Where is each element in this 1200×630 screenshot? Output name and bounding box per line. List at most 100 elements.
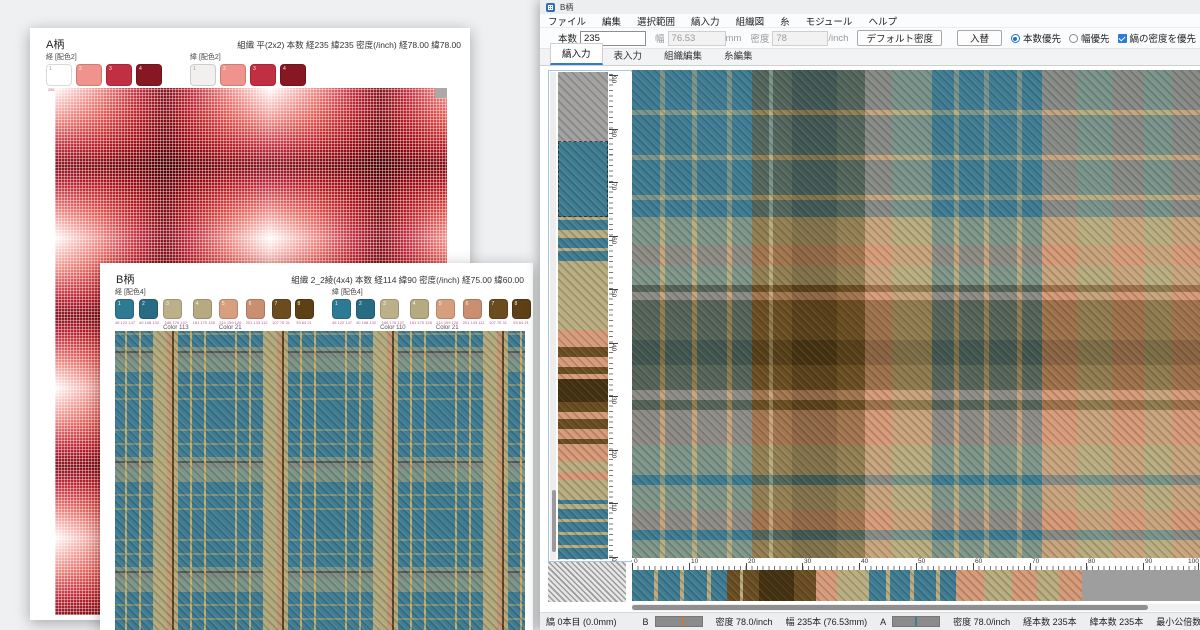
statusbar: 縞 0本目 (0.0mm) B 密度 78.0/inch 幅 235本 (76.… <box>540 612 1200 630</box>
window-title: B柄 <box>560 2 573 13</box>
menu-file[interactable]: ファイル <box>540 14 594 28</box>
checkbox-stripe-density-priority[interactable]: 縞の密度を優先 <box>1118 31 1197 45</box>
tab-stripe-input[interactable]: 縞入力 <box>550 43 603 65</box>
status-b-density: 密度 78.0/inch <box>716 615 773 628</box>
fabric-preview-b <box>115 331 525 630</box>
radio-icon <box>1069 34 1078 43</box>
ruler-label: 100 <box>1188 558 1199 565</box>
pattern-end-marker <box>435 88 447 98</box>
swatch[interactable]: 7107 76 31 <box>272 299 291 332</box>
window-a-weave-info: 組織 平(2x2) 本数 経235 緯235 密度(/inch) 経78.00 … <box>237 39 461 51</box>
menu-edit[interactable]: 編集 <box>594 14 629 28</box>
tab-thread-edit[interactable]: 糸編集 <box>713 46 764 65</box>
warp-color-group-b: 経 [配色4] 146 122 147 240 108 132 3188 176… <box>115 287 314 332</box>
weft-color-group-b: 緯 [配色4] 146 122 147 240 108 132 3188 176… <box>332 287 531 332</box>
swatch[interactable]: 240 108 132 <box>139 299 159 332</box>
status-b-width: 幅 235本 (76.53mm) <box>786 615 868 628</box>
swap-button[interactable]: 入替 <box>957 30 1002 46</box>
ruler-label: 90 <box>610 76 617 83</box>
ruler-label: 90 <box>1145 558 1152 565</box>
content-area: 90 80 70 60 50 40 30 20 10 0 <box>540 66 1200 612</box>
ruler-label: 30 <box>610 397 617 404</box>
swatch[interactable]: 893 64 21 <box>295 299 314 332</box>
menu-help[interactable]: ヘルプ <box>860 14 905 28</box>
radio-selected-icon <box>1011 34 1020 43</box>
main-window: B柄 ファイル 編集 選択範囲 縞入力 組織図 糸 モジュール ヘルプ 本数 幅… <box>540 0 1200 630</box>
tab-table-input[interactable]: 表入力 <box>603 46 654 65</box>
status-warp-count: 経本数 235本 <box>1023 615 1077 628</box>
swatch[interactable]: 146 122 147 <box>332 299 352 332</box>
menu-selection[interactable]: 選択範囲 <box>629 14 683 28</box>
ruler-label: 70 <box>610 183 617 190</box>
ruler-label: 40 <box>610 344 617 351</box>
swatch[interactable]: 6201 143 112 <box>463 299 485 332</box>
swatch[interactable]: 4181 170 128 <box>410 299 432 332</box>
density-label: 密度 <box>750 31 769 45</box>
menu-thread[interactable]: 糸 <box>772 14 798 28</box>
ruler-label: 50 <box>610 290 617 297</box>
vertical-scrollbar-thumb[interactable] <box>552 490 556 552</box>
app-icon <box>546 3 555 12</box>
weave-repeat-preview <box>548 562 626 602</box>
pattern-window-b: B柄 組織 2_2綾(4x4) 本数 経114 緯90 密度(/inch) 経7… <box>100 263 533 630</box>
horizontal-ruler: 0 10 20 30 40 50 60 70 80 90 100 <box>632 558 1200 570</box>
vertical-scrollbar[interactable] <box>550 72 556 560</box>
warp-stripe-bar[interactable] <box>632 570 1200 601</box>
swatch[interactable]: 7107 76 31 <box>489 299 508 332</box>
ruler-label: 20 <box>610 451 617 458</box>
window-a-title: A柄 <box>46 36 64 52</box>
ruler-label: 0 <box>634 558 638 565</box>
status-a-density: 密度 78.0/inch <box>953 615 1010 628</box>
menu-module[interactable]: モジュール <box>798 14 861 28</box>
menubar: ファイル 編集 選択範囲 縞入力 組織図 糸 モジュール ヘルプ <box>540 14 1200 28</box>
warp-colors-label: 経 [配色4] <box>115 287 314 297</box>
warp-colors-label: 経 [配色2] <box>46 52 162 62</box>
density-input[interactable] <box>772 31 828 46</box>
weft-color-group-a: 緯 [配色2] 1242 240 239 2240 147 141 3194 4… <box>190 52 306 92</box>
window-b-title: B柄 <box>116 271 134 287</box>
default-density-button[interactable]: デフォルト密度 <box>857 30 942 46</box>
ruler-label: 80 <box>1088 558 1095 565</box>
weft-colors-label: 緯 [配色4] <box>332 287 531 297</box>
swatch[interactable]: 4181 170 128 <box>193 299 215 332</box>
width-input[interactable] <box>668 31 726 46</box>
swatch[interactable]: 6201 143 112 <box>246 299 268 332</box>
radio-width-priority[interactable]: 幅優先 <box>1069 31 1110 45</box>
swatch[interactable]: 240 108 132 <box>356 299 376 332</box>
weft-colors-label: 緯 [配色2] <box>190 52 306 62</box>
ruler-label: 10 <box>691 558 698 565</box>
titlebar: B柄 <box>540 0 1200 14</box>
ruler-label: 60 <box>610 237 617 244</box>
swatch[interactable]: 146 122 147 <box>115 299 135 332</box>
screen: A柄 組織 平(2x2) 本数 経235 緯235 密度(/inch) 経78.… <box>0 0 1200 630</box>
ruler-label: 80 <box>610 130 617 137</box>
status-b-label: B <box>643 617 649 627</box>
status-lcm: 最小公倍数 940x940 <box>1156 615 1200 628</box>
status-a-stripe-map <box>892 616 940 627</box>
swatch[interactable]: 3188 176 137Color 113 <box>163 299 189 332</box>
swatch[interactable]: 893 64 21 <box>512 299 531 332</box>
menu-weave-diagram[interactable]: 組織図 <box>728 14 773 28</box>
horizontal-scrollbar-thumb[interactable] <box>632 605 1148 610</box>
status-b-stripe-map <box>655 616 703 627</box>
status-weft-count: 緯本数 235本 <box>1090 615 1144 628</box>
horizontal-scrollbar[interactable] <box>632 604 1200 611</box>
menu-stripe-input[interactable]: 縞入力 <box>683 14 728 28</box>
ruler-label: 40 <box>861 558 868 565</box>
ruler-label: 70 <box>1032 558 1039 565</box>
swatch[interactable]: 3188 176 137Color 110 <box>380 299 406 332</box>
tab-weave-edit[interactable]: 組織編集 <box>653 46 713 65</box>
vertical-ruler: 90 80 70 60 50 40 30 20 10 0 <box>609 72 632 560</box>
swatch[interactable]: 5214 159 126Color 21 <box>436 299 459 332</box>
fabric-preview-main[interactable] <box>632 70 1200 558</box>
tabbar: 縞入力 表入力 組織編集 糸編集 <box>540 49 1200 66</box>
stripe-selection-marquee <box>558 141 608 217</box>
swatch[interactable]: 5214 159 126Color 21 <box>219 299 242 332</box>
ruler-label: 50 <box>918 558 925 565</box>
warp-color-group-a: 経 [配色2] 1255 255 255 2240 147 141 3194 4… <box>46 52 162 92</box>
width-label: 幅 <box>655 31 665 45</box>
radio-count-priority[interactable]: 本数優先 <box>1011 31 1061 45</box>
ruler-label: 30 <box>804 558 811 565</box>
weft-stripe-panel: 90 80 70 60 50 40 30 20 10 0 <box>548 70 632 562</box>
status-a-label: A <box>880 617 886 627</box>
